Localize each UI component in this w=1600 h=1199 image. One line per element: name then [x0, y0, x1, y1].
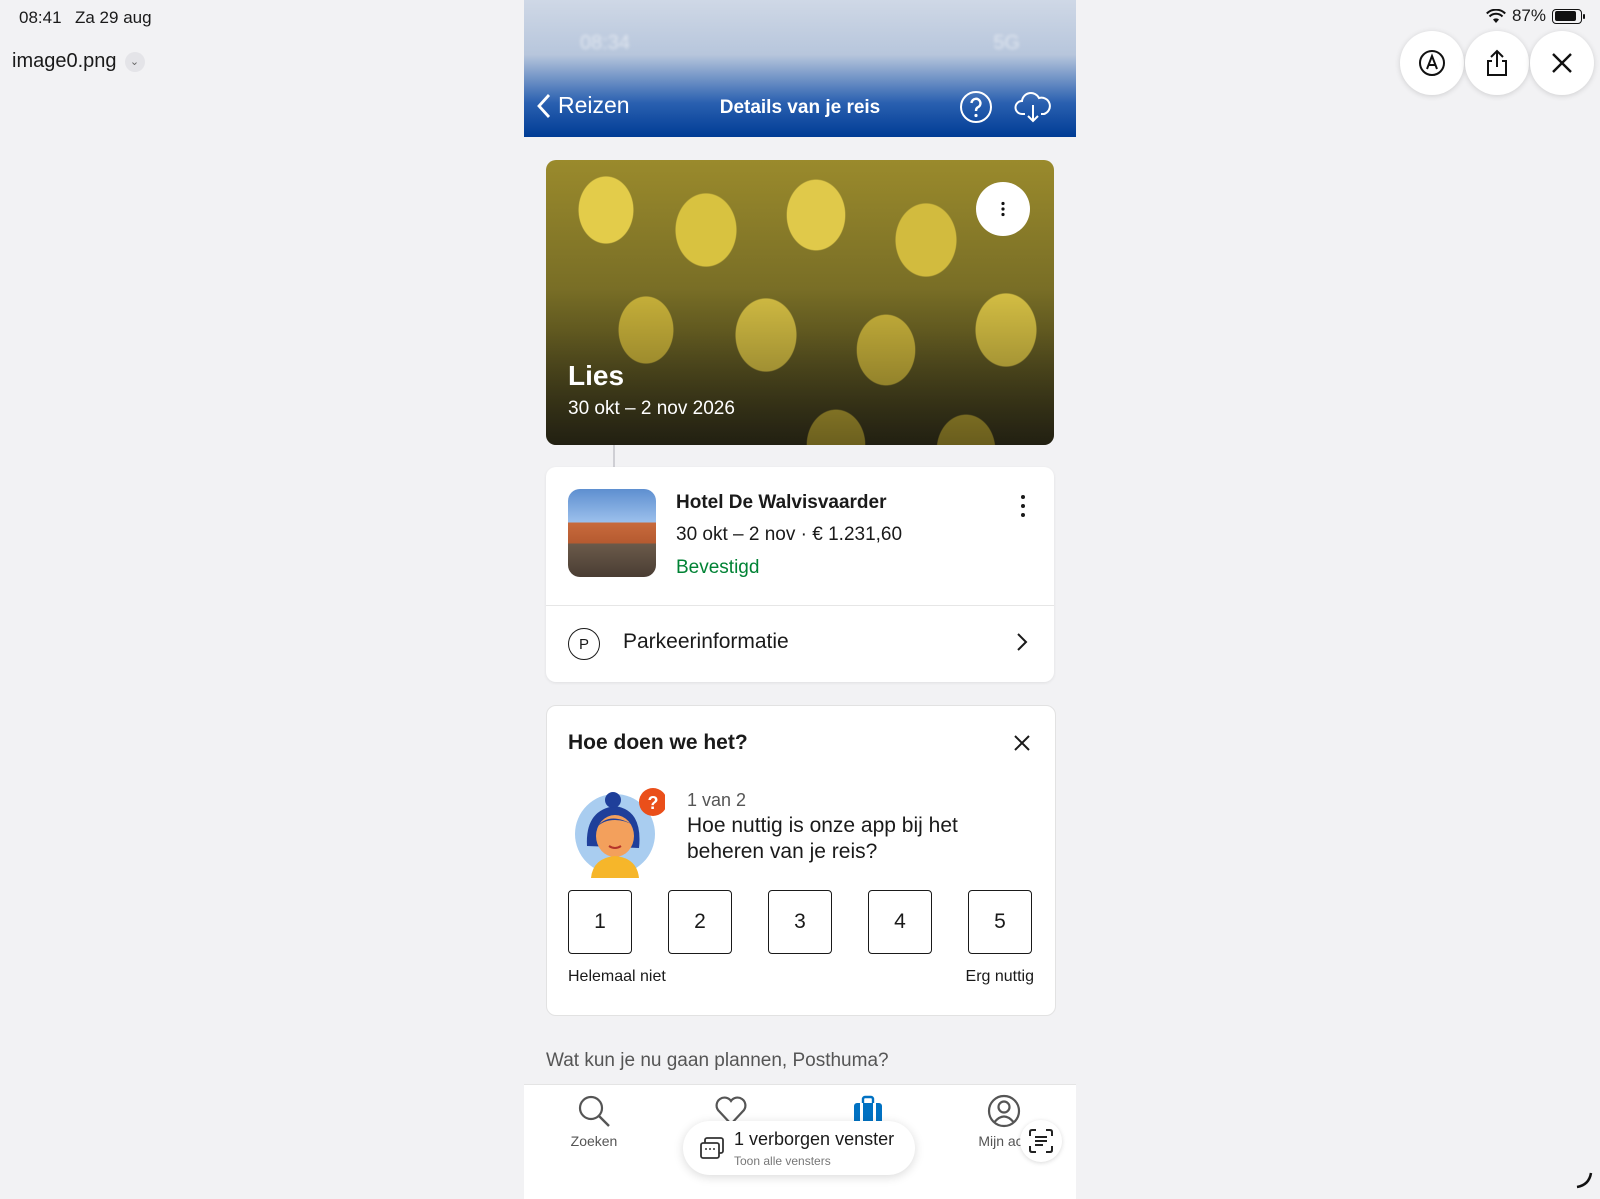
- hotel-photo[interactable]: [568, 489, 656, 577]
- share-icon: [1487, 49, 1507, 76]
- phone-status-network: 5G: [993, 32, 1020, 54]
- hotel-dates-price: 30 okt – 2 nov · € 1.231,60: [676, 524, 903, 545]
- live-text-icon: [1029, 1129, 1053, 1153]
- markup-icon: [1419, 50, 1445, 76]
- battery-percent: 87%: [1511, 6, 1546, 25]
- hidden-windows-label: 1 verborgen venster: [734, 1129, 895, 1149]
- phone-status-bar: 08:34 5G: [580, 32, 1020, 55]
- phone-screenshot: 08:34 5G Reizen Details van je reis Lies…: [524, 0, 1076, 1199]
- survey-step: 1 van 2: [687, 790, 747, 810]
- file-name-menu[interactable]: image0.png ⌄: [12, 50, 145, 73]
- close-icon[interactable]: [1013, 734, 1031, 752]
- account-icon: [987, 1094, 1021, 1128]
- share-button[interactable]: [1465, 31, 1529, 95]
- status-indicators: 87%: [1486, 6, 1585, 26]
- hidden-windows-button[interactable]: 1 verborgen venster Toon alle vensters: [683, 1121, 915, 1175]
- rating-option-4[interactable]: 4: [868, 890, 932, 954]
- status-time: 08:41: [19, 8, 62, 27]
- corner-resize-icon[interactable]: [1575, 1171, 1593, 1189]
- app-header: 08:34 5G Reizen Details van je reis: [524, 0, 1076, 137]
- tab-search[interactable]: Zoeken: [544, 1093, 644, 1149]
- divider: [546, 605, 1054, 606]
- rating-low-label: Helemaal niet: [568, 968, 666, 985]
- plan-prompt: Wat kun je nu gaan plannen, Posthuma?: [546, 1050, 889, 1071]
- wifi-icon: [1486, 8, 1506, 23]
- svg-text:?: ?: [648, 793, 659, 813]
- phone-status-time: 08:34: [580, 32, 631, 54]
- markup-button[interactable]: [1400, 31, 1464, 95]
- rating-options: 1 2 3 4 5: [568, 890, 1032, 954]
- survey-title: Hoe doen we het?: [568, 731, 748, 754]
- status-date: Za 29 aug: [75, 8, 152, 27]
- rating-option-2[interactable]: 2: [668, 890, 732, 954]
- live-text-button[interactable]: [1020, 1120, 1062, 1162]
- more-vertical-icon: [1001, 201, 1005, 217]
- chevron-down-icon: ⌄: [124, 51, 145, 72]
- timeline-connector: [613, 445, 615, 467]
- rating-option-3[interactable]: 3: [768, 890, 832, 954]
- file-name: image0.png: [12, 50, 117, 72]
- rating-option-5[interactable]: 5: [968, 890, 1032, 954]
- hotel-card: Hotel De Walvisvaarder 30 okt – 2 nov · …: [546, 467, 1054, 682]
- show-all-windows-label: Toon alle vensters: [734, 1154, 831, 1168]
- tab-search-label: Zoeken: [570, 1133, 618, 1149]
- booking-status: Bevestigd: [676, 557, 760, 578]
- battery-icon: [1552, 8, 1585, 24]
- trip-hero-card[interactable]: Lies 30 okt – 2 nov 2026: [546, 160, 1054, 445]
- chevron-right-icon[interactable]: [1016, 632, 1028, 652]
- parking-icon: P: [568, 628, 600, 660]
- hotel-name[interactable]: Hotel De Walvisvaarder: [676, 492, 887, 514]
- search-icon: [578, 1095, 610, 1127]
- close-button[interactable]: [1530, 31, 1594, 95]
- trip-dates: 30 okt – 2 nov 2026: [568, 398, 735, 419]
- close-icon: [1552, 53, 1572, 73]
- trip-more-button[interactable]: [976, 182, 1030, 236]
- windows-icon: [700, 1137, 724, 1159]
- cloud-download-icon[interactable]: [1014, 89, 1052, 125]
- rating-high-label: Erg nuttig: [965, 968, 1034, 985]
- parking-info-link[interactable]: Parkeerinformatie: [623, 630, 789, 654]
- hotel-more-button[interactable]: [1020, 495, 1026, 517]
- rating-option-1[interactable]: 1: [568, 890, 632, 954]
- trip-name: Lies: [568, 360, 625, 391]
- help-icon[interactable]: [958, 89, 994, 125]
- survey-question: Hoe nuttig is onze app bij het beheren v…: [687, 814, 958, 863]
- survey-illustration: ?: [575, 788, 665, 878]
- survey-card: Hoe doen we het? ? 1 van 2 Hoe nuttig is…: [546, 705, 1056, 1016]
